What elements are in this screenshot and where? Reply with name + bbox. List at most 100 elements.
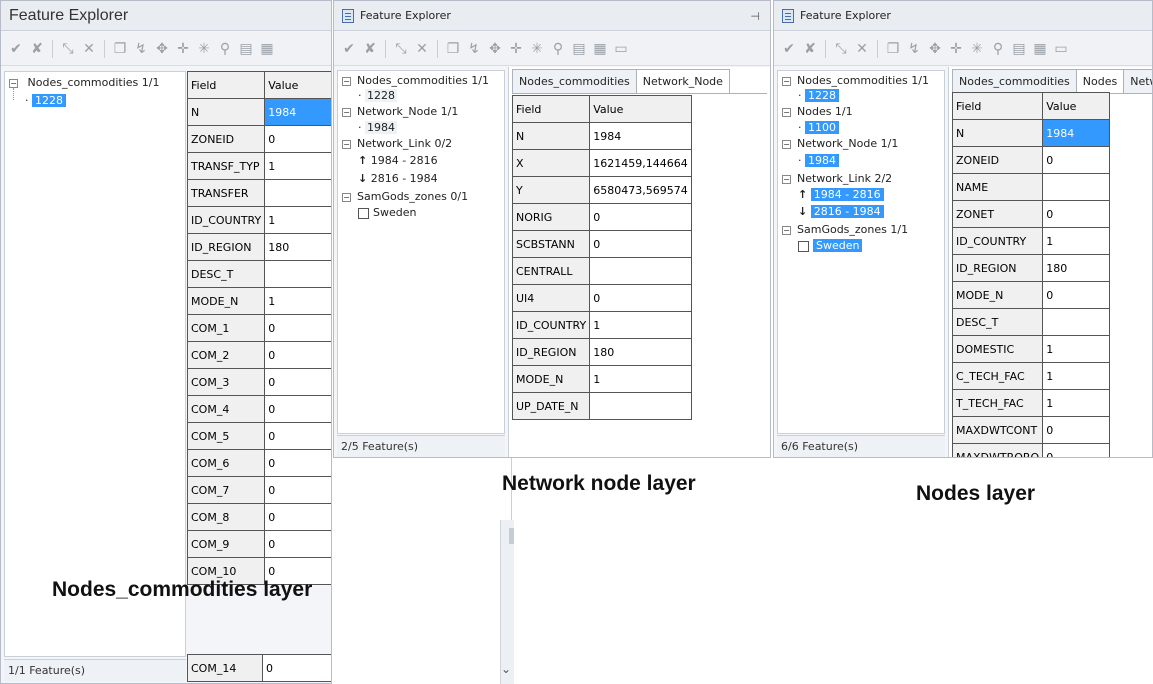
close-icon[interactable]: ✕ — [413, 40, 431, 58]
tree-node-network-link[interactable]: − Network_Link 0/2 — [342, 137, 452, 150]
scroll-down-icon[interactable]: ⌄ — [501, 662, 511, 676]
table-icon[interactable]: ▦ — [1031, 40, 1049, 58]
pan-icon[interactable]: ↯ — [905, 40, 923, 58]
copy-icon[interactable]: ❐ — [884, 40, 902, 58]
field-value[interactable]: 0 — [589, 203, 692, 231]
pin-feature-icon[interactable]: ⚲ — [216, 40, 234, 58]
field-value[interactable]: 1 — [1042, 335, 1110, 363]
field-value[interactable]: 1 — [1042, 362, 1110, 390]
field-value[interactable]: 1984 — [1042, 119, 1110, 147]
uncheck-icon[interactable]: ✘ — [801, 40, 819, 58]
table-icon[interactable]: ▦ — [258, 40, 276, 58]
field-value[interactable] — [1042, 173, 1110, 201]
copy-icon[interactable]: ❐ — [444, 40, 462, 58]
field-value[interactable]: 180 — [589, 338, 692, 366]
collapse-icon[interactable]: − — [9, 78, 18, 88]
field-value[interactable]: 0 — [1042, 416, 1110, 444]
zoom-to-icon[interactable]: ✥ — [153, 40, 171, 58]
scroll-thumb[interactable] — [509, 528, 514, 544]
flash-icon[interactable]: ✛ — [174, 40, 192, 58]
field-value[interactable] — [264, 179, 331, 207]
pan-icon[interactable]: ↯ — [465, 40, 483, 58]
field-value[interactable]: 0 — [264, 314, 331, 342]
image-icon[interactable]: ▭ — [1052, 40, 1070, 58]
tree-node-nodes-commodities[interactable]: − Nodes_commodities 1/1 — [342, 74, 489, 87]
close-icon[interactable]: ✕ — [853, 40, 871, 58]
field-value[interactable]: 0 — [264, 476, 331, 504]
field-value[interactable]: 0 — [264, 530, 331, 558]
tree-node-network-link[interactable]: − Network_Link 2/2 — [782, 172, 892, 185]
tree-feature-item[interactable]: Sweden — [798, 239, 863, 252]
tree-feature-item[interactable]: ↑ 1984 - 2816 — [358, 154, 438, 167]
tree-feature-item[interactable]: · 1228 — [25, 94, 66, 107]
tree-node-samgods-zones[interactable]: − SamGods_zones 1/1 — [782, 223, 908, 236]
check-icon[interactable]: ✔ — [7, 40, 25, 58]
tree-feature-item[interactable]: · 1228 — [358, 89, 397, 102]
field-value[interactable] — [1042, 308, 1110, 336]
save-icon[interactable]: ▤ — [237, 40, 255, 58]
tab-nodes-commodities[interactable]: Nodes_commodities — [952, 69, 1077, 93]
tree-node-samgods-zones[interactable]: − SamGods_zones 0/1 — [342, 190, 468, 203]
field-value[interactable]: 1 — [589, 311, 692, 339]
field-value[interactable]: 1 — [1042, 227, 1110, 255]
tab-network[interactable]: Networl — [1123, 69, 1152, 93]
shrink-icon[interactable]: ⤡ — [832, 40, 850, 58]
field-value[interactable]: 0 — [264, 395, 331, 423]
pan-icon[interactable]: ↯ — [132, 40, 150, 58]
select-icon[interactable]: ✳ — [968, 40, 986, 58]
tree-node-nodes-commodities[interactable]: − Nodes_commodities 1/1 — [9, 76, 159, 89]
close-icon[interactable]: ✕ — [80, 40, 98, 58]
field-value[interactable]: 1621459,144664 — [589, 149, 692, 177]
field-value[interactable]: 0 — [1042, 200, 1110, 228]
field-value[interactable]: 1 — [1042, 389, 1110, 417]
table-icon[interactable]: ▦ — [591, 40, 609, 58]
field-value[interactable]: 0 — [264, 368, 331, 396]
tree-feature-item[interactable]: · 1984 — [798, 154, 839, 167]
checkbox[interactable] — [358, 207, 369, 219]
field-value[interactable]: 1 — [589, 365, 692, 393]
scrollbar[interactable] — [500, 520, 514, 684]
uncheck-icon[interactable]: ✘ — [28, 40, 46, 58]
pin-feature-icon[interactable]: ⚲ — [549, 40, 567, 58]
tree-node-nodes[interactable]: − Nodes 1/1 — [782, 105, 853, 118]
tab-nodes[interactable]: Nodes — [1075, 69, 1125, 93]
field-value[interactable]: 0 — [264, 503, 331, 531]
collapse-icon[interactable]: − — [782, 139, 791, 149]
field-value[interactable]: 1 — [264, 287, 331, 315]
collapse-icon[interactable]: − — [342, 76, 351, 86]
field-value[interactable]: 180 — [264, 233, 331, 261]
select-icon[interactable]: ✳ — [528, 40, 546, 58]
field-value[interactable]: 6580473,569574 — [589, 176, 692, 204]
field-value[interactable]: 0 — [264, 449, 331, 477]
field-value[interactable]: 1984 — [589, 122, 692, 150]
tree-node-nodes-commodities[interactable]: − Nodes_commodities 1/1 — [782, 74, 929, 87]
tree-feature-item[interactable]: ↓ 2816 - 1984 — [798, 205, 884, 218]
image-icon[interactable]: ▭ — [612, 40, 630, 58]
pin-feature-icon[interactable]: ⚲ — [989, 40, 1007, 58]
tree-node-network-node[interactable]: − Network_Node 1/1 — [782, 137, 898, 150]
collapse-icon[interactable]: − — [782, 225, 791, 235]
tab-nodes-commodities[interactable]: Nodes_commodities — [512, 69, 637, 93]
save-icon[interactable]: ▤ — [570, 40, 588, 58]
tree-feature-item[interactable]: Sweden — [358, 206, 416, 219]
field-value[interactable]: 1 — [264, 206, 331, 234]
copy-icon[interactable]: ❐ — [111, 40, 129, 58]
check-icon[interactable]: ✔ — [340, 40, 358, 58]
zoom-to-icon[interactable]: ✥ — [926, 40, 944, 58]
pin-icon[interactable]: ⊣ — [750, 10, 760, 23]
tree-feature-item[interactable]: · 1100 — [798, 121, 839, 134]
field-value[interactable]: 0 — [262, 654, 331, 682]
uncheck-icon[interactable]: ✘ — [361, 40, 379, 58]
flash-icon[interactable]: ✛ — [507, 40, 525, 58]
field-value[interactable]: 0 — [264, 125, 331, 153]
select-icon[interactable]: ✳ — [195, 40, 213, 58]
tree-feature-item[interactable]: · 1228 — [798, 89, 839, 102]
flash-icon[interactable]: ✛ — [947, 40, 965, 58]
tab-network-node[interactable]: Network_Node — [635, 69, 730, 93]
field-value[interactable]: 0 — [264, 422, 331, 450]
shrink-icon[interactable]: ⤡ — [392, 40, 410, 58]
field-value[interactable]: 0 — [264, 341, 331, 369]
field-value[interactable]: 0 — [589, 230, 692, 258]
tree-node-network-node[interactable]: − Network_Node 1/1 — [342, 105, 458, 118]
field-value[interactable] — [589, 257, 692, 285]
